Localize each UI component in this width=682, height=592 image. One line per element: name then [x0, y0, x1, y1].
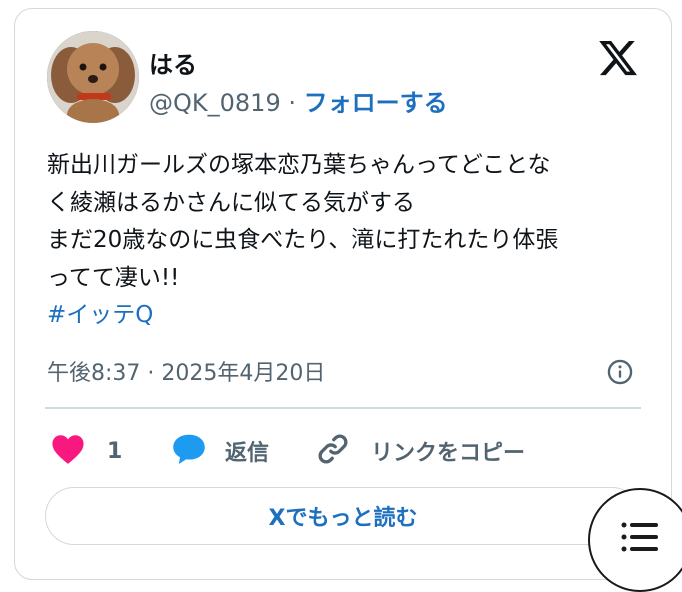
heart-icon — [51, 433, 85, 469]
separator-dot: · — [288, 89, 296, 117]
avatar[interactable] — [47, 31, 139, 123]
post-timestamp[interactable]: 午後8:37 · 2025年4月20日 — [47, 355, 325, 387]
handle-row: @QK_0819 · フォローする — [149, 83, 448, 118]
like-count: 1 — [107, 438, 123, 464]
copy-link-button[interactable]: リンクをコピー — [315, 429, 525, 473]
follow-link[interactable]: フォローする — [304, 89, 448, 117]
copy-link-label: リンクをコピー — [371, 441, 526, 466]
user-handle[interactable]: @QK_0819 — [149, 89, 281, 117]
display-name[interactable]: はる — [149, 45, 197, 80]
post-text-line: まだ20歳なのに虫食べたり、滝に打たれたり体張 — [47, 227, 559, 253]
embedded-post-card: はる @QK_0819 · フォローする 新出川ガールズの塚本恋乃葉ちゃんってど… — [14, 8, 672, 580]
reply-bubble-icon — [171, 432, 207, 470]
link-icon — [315, 431, 351, 471]
info-icon[interactable] — [606, 358, 634, 386]
like-button[interactable]: 1 — [51, 429, 122, 473]
read-more-button[interactable]: Xでもっと読む — [45, 487, 641, 545]
list-menu-button[interactable] — [588, 488, 682, 592]
hashtag-link[interactable]: #イッテQ — [47, 297, 647, 335]
post-text-line: く綾瀬はるかさんに似てる気がする — [47, 189, 415, 216]
post-text: 新出川ガールズの塚本恋乃葉ちゃんってどことな く綾瀬はるかさんに似てる気がする … — [47, 147, 647, 335]
divider — [45, 407, 641, 409]
x-logo-icon[interactable] — [597, 37, 639, 79]
post-text-line: 新出川ガールズの塚本恋乃葉ちゃんってどことな — [47, 152, 551, 178]
reply-button[interactable]: 返信 — [171, 429, 269, 473]
post-text-line: ってて凄い!! — [47, 264, 180, 291]
reply-label: 返信 — [225, 441, 270, 466]
